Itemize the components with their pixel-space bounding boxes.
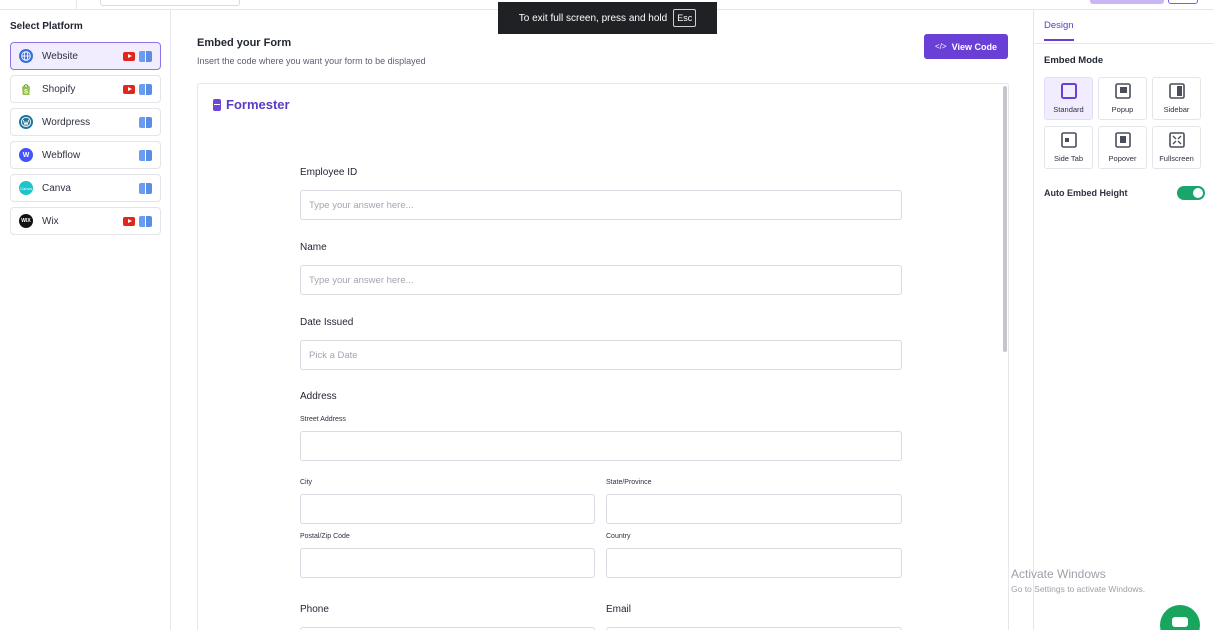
preview-scrollbar-thumb[interactable] [1003, 86, 1007, 352]
embed-mode-sidebar[interactable]: Sidebar [1152, 77, 1201, 120]
state-label: State/Province [606, 479, 652, 486]
fullscreen-exit-toast: To exit full screen, press and hold Esc [498, 2, 717, 34]
docs-book-icon[interactable] [139, 83, 152, 95]
code-icon: </> [935, 42, 947, 51]
fullscreen-mode-icon [1168, 132, 1185, 148]
city-input[interactable] [300, 494, 595, 524]
popup-mode-icon [1114, 83, 1131, 99]
embed-mode-label: Standard [1053, 105, 1084, 114]
phone-label: Phone [300, 604, 329, 615]
top-bar-primary-button[interactable] [1090, 0, 1164, 4]
esc-key-hint: Esc [673, 9, 697, 27]
youtube-icon[interactable] [123, 84, 135, 94]
embed-mode-fullscreen[interactable]: Fullscreen [1152, 126, 1201, 169]
select-platform-title: Select Platform [10, 21, 83, 32]
platform-item-canva[interactable]: Canva Canva [10, 174, 161, 202]
name-input[interactable] [300, 265, 902, 295]
top-bar-divider [76, 0, 77, 10]
street-address-input[interactable] [300, 431, 902, 461]
embed-mode-side-tab[interactable]: Side Tab [1044, 126, 1093, 169]
name-label: Name [300, 242, 327, 253]
postal-code-label: Postal/Zip Code [300, 533, 350, 540]
platform-item-wix[interactable]: WIX Wix [10, 207, 161, 235]
wordpress-icon [19, 115, 33, 129]
embed-main: Embed your Form Insert the code where yo… [172, 10, 1033, 630]
popover-mode-icon [1114, 132, 1131, 148]
email-label: Email [606, 604, 632, 615]
embed-mode-label: Popover [1108, 154, 1137, 163]
top-bar-secondary-button[interactable] [1168, 0, 1198, 4]
chat-bubble-icon [1172, 617, 1188, 627]
top-bar-input[interactable] [100, 0, 240, 6]
formester-mark-icon [213, 98, 221, 111]
embed-mode-label: Sidebar [1163, 105, 1190, 114]
embed-mode-label: Popup [1111, 105, 1134, 114]
youtube-icon[interactable] [123, 216, 135, 226]
embed-mode-label: Side Tab [1053, 154, 1084, 163]
street-address-label: Street Address [300, 416, 346, 423]
auto-embed-height-label: Auto Embed Height [1044, 188, 1128, 198]
standard-mode-icon [1060, 83, 1077, 99]
date-issued-label: Date Issued [300, 317, 354, 328]
employee-id-label: Employee ID [300, 167, 358, 178]
city-label: City [300, 479, 313, 486]
address-label: Address [300, 391, 337, 402]
embed-mode-popup[interactable]: Popup [1098, 77, 1147, 120]
side-tab-mode-icon [1060, 132, 1077, 148]
country-input[interactable] [606, 548, 902, 578]
postal-code-input[interactable] [300, 548, 595, 578]
form-preview: Formester Employee ID Name Date Issued A… [197, 83, 1009, 630]
view-code-label: View Code [951, 41, 997, 52]
platform-name: Shopify [42, 83, 76, 95]
fullscreen-toast-text: To exit full screen, press and hold [518, 12, 668, 24]
tab-divider [1034, 43, 1214, 44]
canva-icon: Canva [19, 181, 33, 195]
svg-text:S: S [24, 90, 28, 96]
sidebar-mode-icon [1168, 83, 1185, 99]
auto-embed-height-toggle[interactable] [1177, 186, 1205, 200]
youtube-icon[interactable] [123, 51, 135, 61]
platform-name: Canva [42, 182, 71, 194]
docs-book-icon[interactable] [139, 149, 152, 161]
platform-item-website[interactable]: Website [10, 42, 161, 70]
docs-book-icon[interactable] [139, 50, 152, 62]
embed-mode-standard[interactable]: Standard [1044, 77, 1093, 120]
docs-book-icon[interactable] [139, 182, 152, 194]
formester-logo: Formester [213, 97, 290, 112]
state-input[interactable] [606, 494, 902, 524]
docs-book-icon[interactable] [139, 215, 152, 227]
design-panel: Design Embed Mode Standard Popup Sidebar… [1033, 10, 1214, 630]
embed-mode-label: Fullscreen [1159, 154, 1194, 163]
date-issued-input[interactable] [300, 340, 902, 370]
platform-name: Wordpress [42, 116, 91, 128]
platform-sidebar: Select Platform Website S Shopify Wordpr… [0, 10, 171, 630]
country-label: Country [606, 533, 631, 540]
preview-scrollbar[interactable] [1000, 84, 1008, 630]
platform-name: Wix [42, 215, 59, 227]
tab-design[interactable]: Design [1044, 20, 1074, 41]
globe-icon [19, 49, 33, 63]
wix-icon: WIX [19, 214, 33, 228]
employee-id-input[interactable] [300, 190, 902, 220]
toggle-knob [1193, 188, 1203, 198]
shopify-bag-icon: S [19, 82, 33, 96]
platform-item-shopify[interactable]: S Shopify [10, 75, 161, 103]
embed-mode-popover[interactable]: Popover [1098, 126, 1147, 169]
platform-name: Website [42, 50, 78, 62]
view-code-button[interactable]: </> View Code [924, 34, 1008, 59]
platform-item-wordpress[interactable]: Wordpress [10, 108, 161, 136]
embed-subtitle: Insert the code where you want your form… [197, 56, 426, 66]
webflow-icon: W [19, 148, 33, 162]
platform-item-webflow[interactable]: W Webflow [10, 141, 161, 169]
embed-title: Embed your Form [197, 37, 292, 49]
platform-name: Webflow [42, 149, 81, 161]
docs-book-icon[interactable] [139, 116, 152, 128]
formester-brand-text: Formester [226, 97, 290, 112]
embed-mode-title: Embed Mode [1044, 55, 1104, 66]
